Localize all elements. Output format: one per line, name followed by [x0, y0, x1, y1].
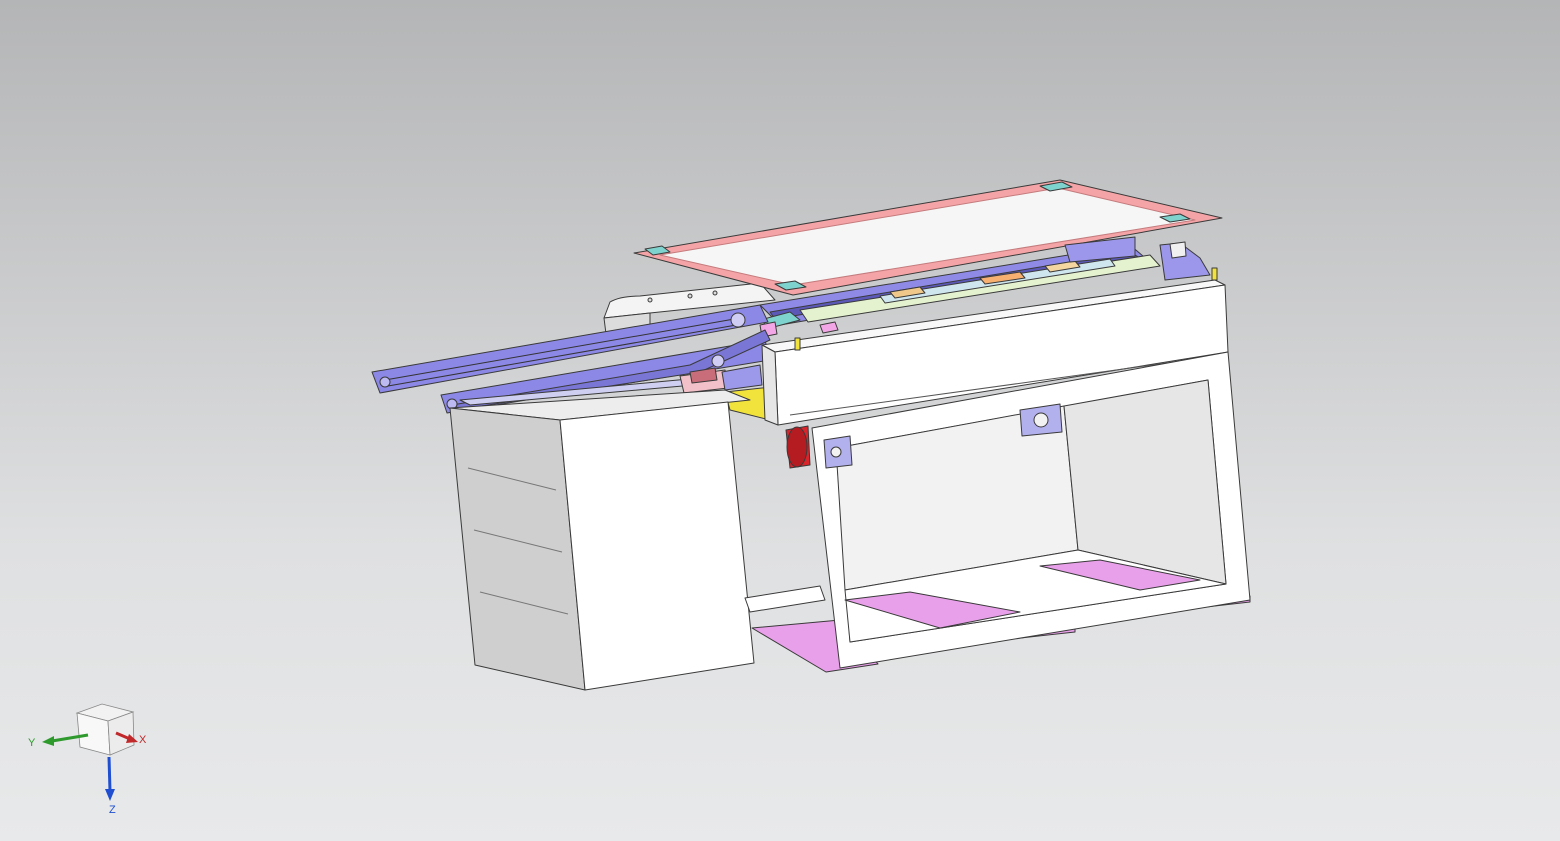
side-cabinet	[449, 389, 755, 691]
triad-graphic	[42, 703, 138, 801]
triad-cube	[75, 703, 135, 756]
red-motor	[785, 425, 811, 469]
z-axis-arrow	[105, 756, 115, 801]
x-axis-label: X	[139, 734, 147, 746]
view-triad[interactable]: Y X Z	[20, 695, 160, 825]
graphics-viewport[interactable]: Y X Z	[0, 0, 1560, 841]
y-axis-label: Y	[28, 737, 36, 749]
cad-model-view[interactable]	[0, 0, 1560, 841]
z-axis-label: Z	[109, 804, 116, 816]
